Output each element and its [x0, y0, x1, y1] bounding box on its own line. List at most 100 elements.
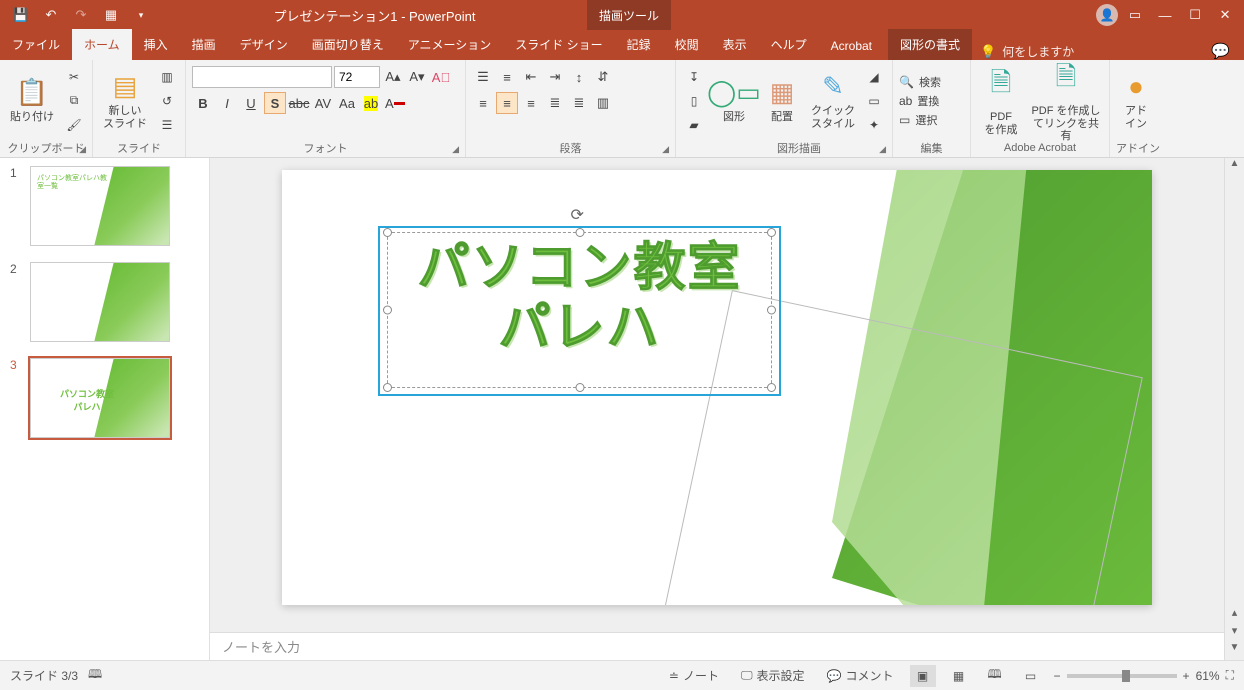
- underline-button[interactable]: U: [240, 92, 262, 114]
- zoom-slider[interactable]: [1067, 674, 1177, 678]
- resize-handle-ne[interactable]: [767, 228, 776, 237]
- share-pdf-button[interactable]: 🗎PDF を作成し てリンクを共有: [1029, 65, 1103, 137]
- shape-outline-button[interactable]: ▭: [862, 90, 886, 112]
- start-from-beginning-icon[interactable]: ▦: [98, 2, 124, 28]
- highlight-button[interactable]: ab: [360, 92, 382, 114]
- wordart-text[interactable]: パソコン教室 パレハ: [388, 233, 771, 365]
- columns-button[interactable]: ▥: [592, 92, 614, 114]
- next-slide-icon[interactable]: ▾: [1225, 624, 1244, 642]
- scroll-down-icon[interactable]: ▼: [1225, 642, 1244, 660]
- share-button[interactable]: 💬: [1197, 42, 1244, 60]
- zoom-in-button[interactable]: +: [1183, 669, 1190, 683]
- save-icon[interactable]: 💾: [8, 2, 34, 28]
- select-button[interactable]: ▭選択: [899, 112, 941, 128]
- new-slide-button[interactable]: ▤ 新しい スライド: [99, 65, 151, 137]
- resize-handle-sw[interactable]: [383, 383, 392, 392]
- tab-acrobat[interactable]: Acrobat: [819, 32, 884, 60]
- resize-handle-w[interactable]: [383, 306, 392, 315]
- align-right-button[interactable]: ≡: [520, 92, 542, 114]
- tab-transitions[interactable]: 画面切り替え: [300, 29, 396, 60]
- font-launcher-icon[interactable]: ◢: [452, 144, 459, 155]
- comments-button[interactable]: 💬コメント: [821, 665, 900, 686]
- tab-view[interactable]: 表示: [711, 29, 759, 60]
- create-pdf-button[interactable]: 🗎PDF を作成: [977, 65, 1025, 137]
- normal-view-button[interactable]: ▣: [910, 665, 936, 687]
- slide-canvas[interactable]: ⟳ パソコン教室 パレハ: [282, 170, 1152, 605]
- text-direction-button[interactable]: ⇵: [592, 66, 614, 88]
- cut-button[interactable]: ✂: [62, 66, 86, 88]
- slide-sorter-button[interactable]: ▦: [946, 665, 972, 687]
- convert-smartart-button[interactable]: ▰: [682, 114, 706, 136]
- text-direction-vertical-button[interactable]: ↧: [682, 66, 706, 88]
- display-settings-button[interactable]: 🖵表示設定: [735, 665, 811, 686]
- tab-help[interactable]: ヘルプ: [759, 29, 819, 60]
- shadow-button[interactable]: S: [264, 92, 286, 114]
- thumbnail-2[interactable]: 2: [10, 262, 199, 342]
- align-left-button[interactable]: ≡: [472, 92, 494, 114]
- resize-handle-nw[interactable]: [383, 228, 392, 237]
- shapes-button[interactable]: ◯▭図形: [712, 65, 756, 137]
- zoom-out-button[interactable]: −: [1054, 669, 1061, 683]
- increase-indent-button[interactable]: ⇥: [544, 66, 566, 88]
- increase-font-button[interactable]: A▴: [382, 66, 404, 88]
- tab-slideshow[interactable]: スライド ショー: [503, 29, 614, 60]
- vertical-scrollbar[interactable]: ▲ ▴ ▾ ▼: [1224, 158, 1244, 660]
- clipboard-launcher-icon[interactable]: ◢: [79, 144, 86, 155]
- tab-review[interactable]: 校閲: [663, 29, 711, 60]
- reset-button[interactable]: ↺: [155, 90, 179, 112]
- font-size-input[interactable]: [334, 66, 380, 88]
- font-color-button[interactable]: A: [384, 92, 406, 114]
- paste-button[interactable]: 📋 貼り付け: [6, 65, 58, 137]
- account-avatar[interactable]: 👤: [1096, 4, 1118, 26]
- tab-record[interactable]: 記録: [615, 29, 663, 60]
- font-name-input[interactable]: [192, 66, 332, 88]
- ribbon-display-options-icon[interactable]: ▭: [1122, 2, 1148, 28]
- paragraph-launcher-icon[interactable]: ◢: [662, 144, 669, 155]
- qat-customize-icon[interactable]: ▾: [128, 2, 154, 28]
- resize-handle-se[interactable]: [767, 383, 776, 392]
- resize-handle-s[interactable]: [575, 383, 584, 392]
- rotate-handle-icon[interactable]: ⟳: [571, 205, 589, 223]
- drawing-launcher-icon[interactable]: ◢: [879, 144, 886, 155]
- format-painter-button[interactable]: 🖌: [62, 114, 86, 136]
- maximize-icon[interactable]: ☐: [1182, 2, 1208, 28]
- tab-draw[interactable]: 描画: [180, 29, 228, 60]
- notes-pane[interactable]: ノートを入力: [210, 632, 1224, 660]
- bullets-button[interactable]: ☰: [472, 66, 494, 88]
- thumbnail-1[interactable]: 1 パソコン教室パレハ教室一覧: [10, 166, 199, 246]
- layout-button[interactable]: ▥: [155, 66, 179, 88]
- justify-button[interactable]: ≣: [544, 92, 566, 114]
- tab-design[interactable]: デザイン: [228, 29, 300, 60]
- fit-to-window-button[interactable]: ⛶: [1226, 668, 1234, 683]
- section-button[interactable]: ☰: [155, 114, 179, 136]
- tab-shape-format[interactable]: 図形の書式: [888, 29, 972, 60]
- shape-fill-button[interactable]: ◢: [862, 66, 886, 88]
- addins-button[interactable]: ●アド イン: [1116, 65, 1156, 137]
- slideshow-view-button[interactable]: ▭: [1018, 665, 1044, 687]
- decrease-indent-button[interactable]: ⇤: [520, 66, 542, 88]
- tell-me[interactable]: 💡 何をしますか: [980, 43, 1074, 60]
- clear-formatting-button[interactable]: A⃠: [430, 66, 452, 88]
- resize-handle-n[interactable]: [575, 228, 584, 237]
- quick-styles-button[interactable]: ✎クイック スタイル: [808, 65, 858, 137]
- resize-handle-e[interactable]: [767, 306, 776, 315]
- shape-effects-button[interactable]: ✦: [862, 114, 886, 136]
- line-spacing-button[interactable]: ↕: [568, 66, 590, 88]
- scroll-up-icon[interactable]: ▲: [1225, 158, 1244, 176]
- decrease-font-button[interactable]: A▾: [406, 66, 428, 88]
- align-text-button[interactable]: ▯: [682, 90, 706, 112]
- copy-button[interactable]: ⧉: [62, 90, 86, 112]
- redo-icon[interactable]: ↷: [68, 2, 94, 28]
- notes-toggle[interactable]: ≐ノート: [663, 665, 725, 686]
- bold-button[interactable]: B: [192, 92, 214, 114]
- character-spacing-button[interactable]: AV: [312, 92, 334, 114]
- close-icon[interactable]: ✕: [1212, 2, 1238, 28]
- tab-home[interactable]: ホーム: [72, 29, 132, 60]
- numbering-button[interactable]: ≡: [496, 66, 518, 88]
- change-case-button[interactable]: Aa: [336, 92, 358, 114]
- tab-animations[interactable]: アニメーション: [396, 29, 504, 60]
- italic-button[interactable]: I: [216, 92, 238, 114]
- textbox-selected[interactable]: ⟳ パソコン教室 パレハ: [387, 232, 772, 388]
- minimize-icon[interactable]: —: [1152, 2, 1178, 28]
- reading-view-button[interactable]: 🕮: [982, 665, 1008, 687]
